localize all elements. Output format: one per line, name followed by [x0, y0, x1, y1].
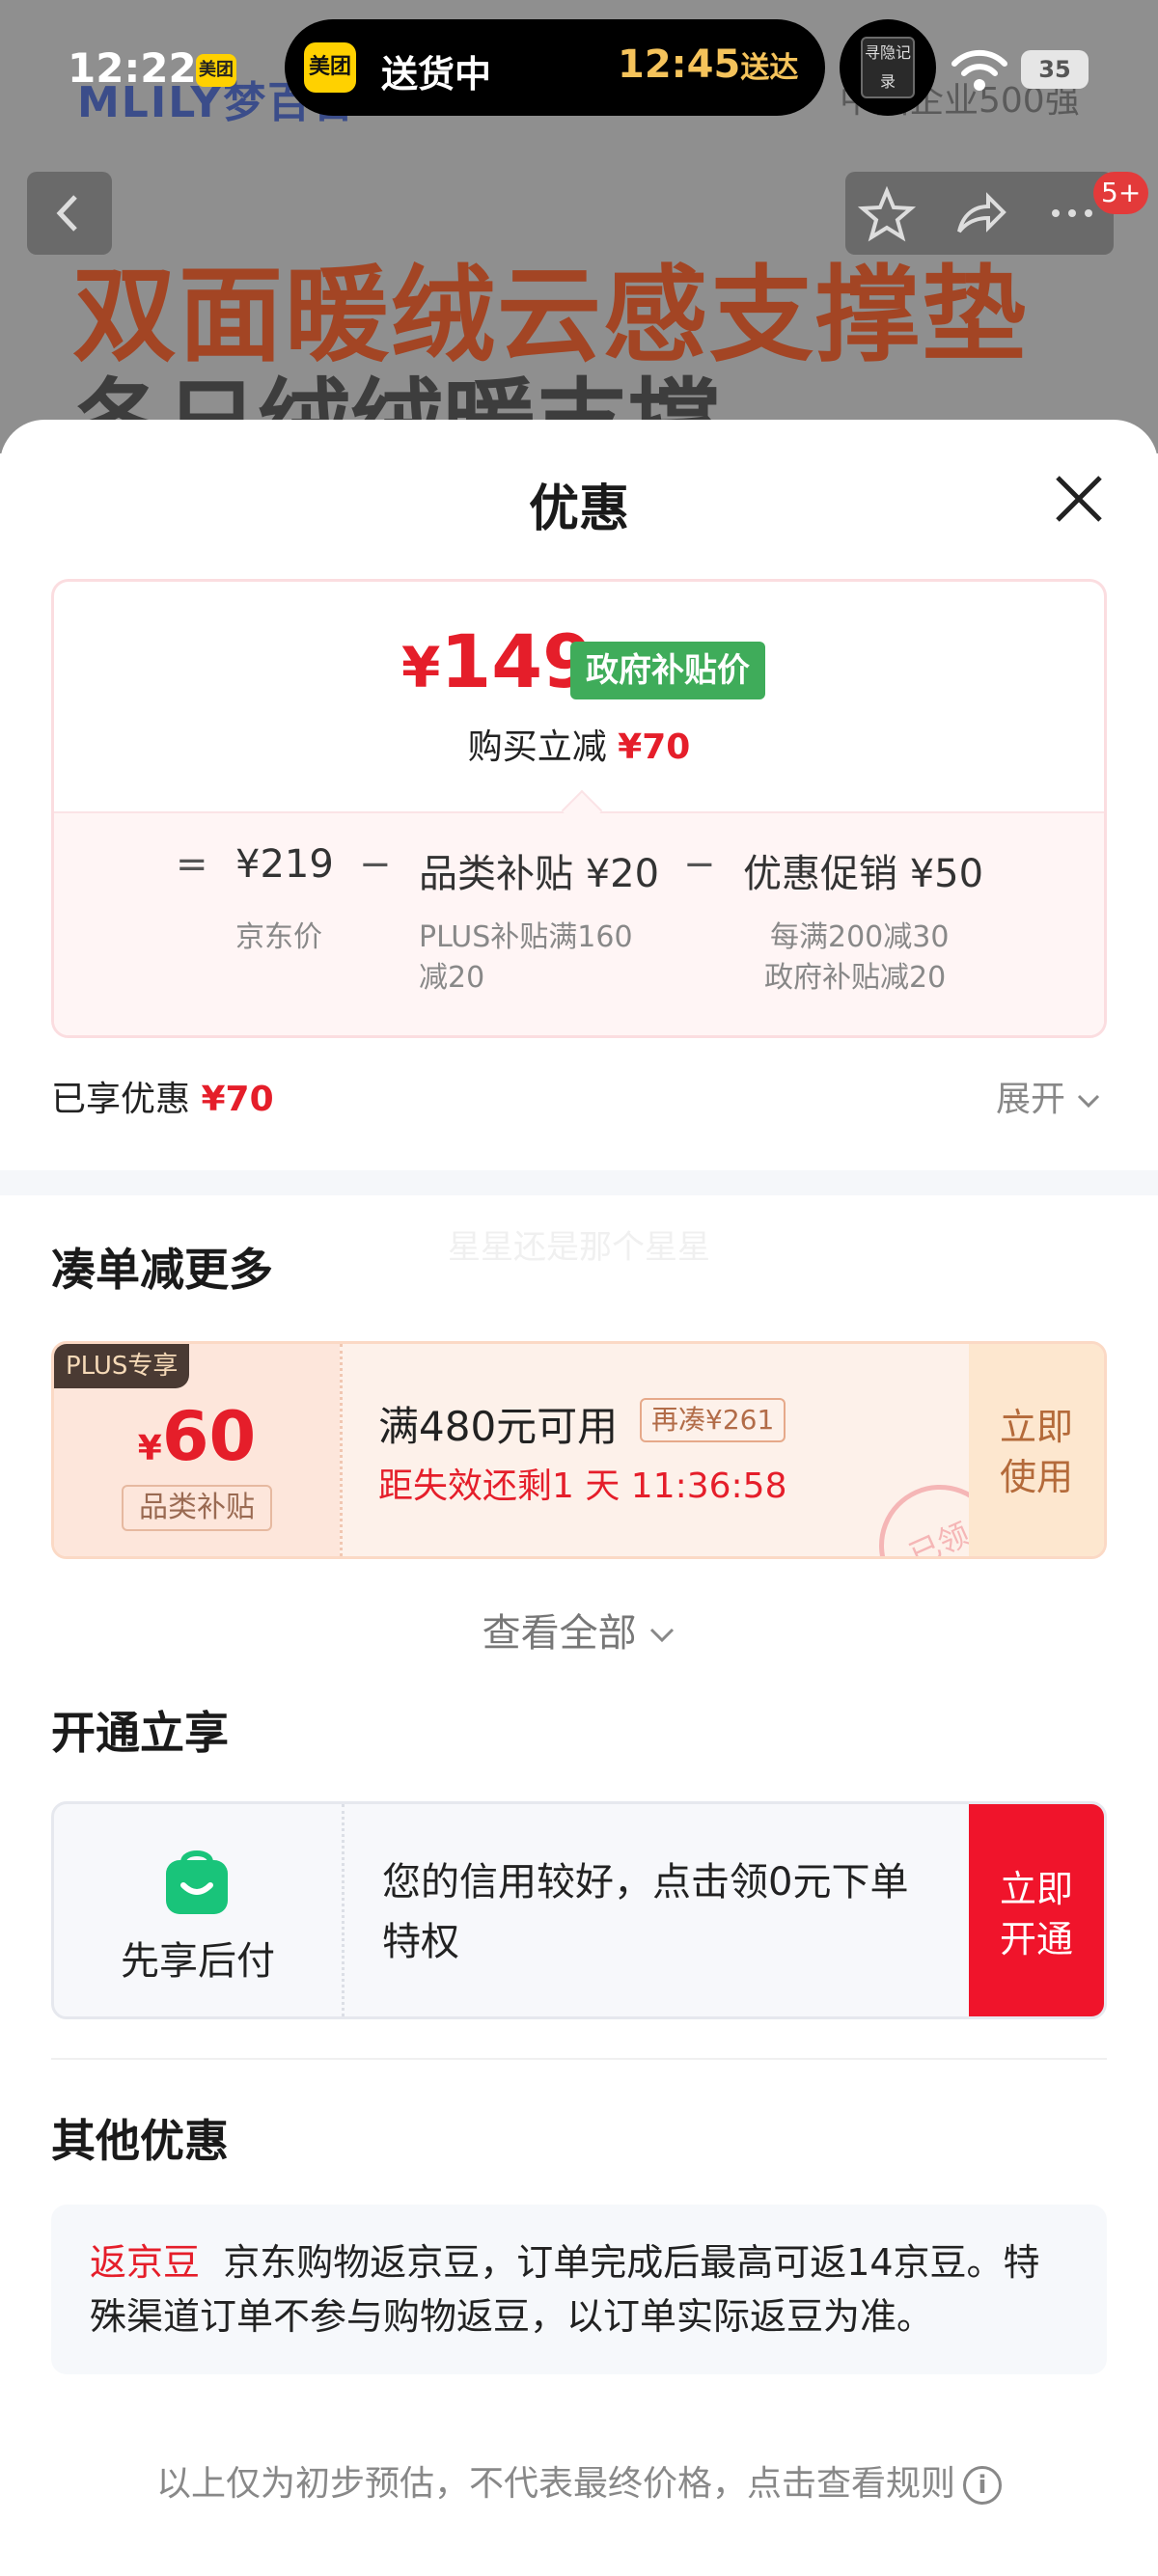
use-now-button[interactable]: 立即 使用: [969, 1344, 1104, 1556]
wifi-icon: [951, 49, 1007, 91]
back-button[interactable]: [27, 172, 112, 255]
gov-subsidy-tag: 政府补贴价: [570, 642, 765, 699]
enjoyed-discount: 已享优惠 ¥70: [51, 1080, 274, 1119]
coupon-value-area: PLUS专享 ¥60 品类补贴: [54, 1344, 340, 1556]
section-divider: [0, 1170, 1158, 1195]
message-count-badge: 5+: [1093, 172, 1149, 214]
share-icon[interactable]: [950, 183, 1009, 243]
info-icon[interactable]: i: [963, 2466, 1002, 2505]
meituan-app-icon: 美团: [304, 42, 356, 93]
battery-icon: 35: [1021, 50, 1089, 89]
jingdou-text: 京东购物返京豆，订单完成后最高可返14京豆。特殊渠道订单不参与购物返豆，以订单实…: [90, 2241, 1040, 2338]
promo-value: 优惠促销 ¥50: [743, 852, 984, 896]
chevron-left-icon: [56, 195, 77, 232]
meituan-icon: 美团: [196, 54, 236, 87]
section-title-more: 凑单减更多: [51, 1244, 273, 1296]
activate-now-button[interactable]: 立即 开通: [969, 1804, 1104, 2016]
jingdou-label: 返京豆: [90, 2241, 201, 2284]
final-price: ¥149: [401, 618, 594, 704]
minus-sign: −: [683, 842, 716, 887]
category-subsidy-desc: PLUS补贴满160减20: [419, 920, 633, 995]
price-breakdown-card: ¥149 政府补贴价 购买立减 ¥70 = ¥219 京东价 − 品类补贴 ¥2…: [51, 579, 1107, 1038]
section-title-other: 其他优惠: [51, 2115, 229, 2167]
add-more-tag[interactable]: 再凑¥261: [640, 1398, 786, 1442]
buy-reduce-line: 购买立减 ¥70: [467, 727, 691, 767]
coupon-amount: ¥60: [137, 1397, 257, 1476]
live-activity[interactable]: 寻隐记录: [840, 19, 936, 116]
pay-later-card[interactable]: 先享后付 您的信用较好，点击领0元下单特权 立即 开通: [51, 1801, 1107, 2019]
section-title-open: 开通立享: [51, 1707, 229, 1759]
pay-later-brand: 先享后付: [54, 1804, 342, 2016]
sheet-title: 优惠: [528, 480, 629, 538]
promo-desc: 每满200减30 政府补贴减20: [764, 920, 950, 995]
status-time: 12:22: [68, 44, 197, 92]
delivery-eta: 12:45送达: [618, 42, 799, 87]
category-subsidy-value: 品类补贴 ¥20: [419, 852, 660, 896]
see-all-button[interactable]: 查看全部: [0, 1602, 1158, 1658]
discount-sheet: 优惠 ¥149 政府补贴价 购买立减 ¥70 = ¥219 京东价 − 品类补贴…: [0, 420, 1158, 2576]
card-perforation: [342, 1804, 345, 2016]
rules-footer[interactable]: 以上仅为初步预估，不代表最终价格，点击查看规则 i: [0, 2455, 1158, 2506]
delivery-status: 送货中: [381, 53, 492, 96]
pay-later-name: 先享后付: [121, 1939, 275, 1984]
plus-exclusive-tag: PLUS专享: [54, 1344, 190, 1388]
pay-later-text: 您的信用较好，点击领0元下单特权: [382, 1860, 909, 1964]
dynamic-island[interactable]: 美团 送货中 12:45送达: [285, 19, 825, 116]
equals-sign: =: [176, 842, 208, 887]
coupon-condition: 满480元可用: [378, 1403, 619, 1450]
chevron-down-icon: [1078, 1094, 1100, 1109]
live-activity-icon: 寻隐记录: [861, 37, 915, 98]
star-icon[interactable]: [857, 183, 917, 243]
top-toolbar: [845, 172, 1114, 255]
coupon-type: 品类补贴: [122, 1485, 272, 1531]
coupon-countdown: 距失效还剩1 天 11:36:58: [378, 1466, 787, 1506]
coupon-card[interactable]: PLUS专享 ¥60 品类补贴 满480元可用 再凑¥261 距失效还剩1 天 …: [51, 1341, 1107, 1559]
jd-price-label: 京东价: [235, 920, 322, 954]
minus-sign: −: [359, 842, 392, 887]
expand-button[interactable]: 展开: [996, 1071, 1101, 1121]
shopping-bag-icon: [166, 1850, 228, 1914]
jd-price-value: ¥219: [235, 842, 334, 887]
divider: [51, 2058, 1107, 2060]
price-formula: = ¥219 京东价 − 品类补贴 ¥20 PLUS补贴满160减20 − 优惠…: [54, 811, 1104, 1035]
coupon-perforation: [340, 1344, 343, 1556]
close-icon[interactable]: [1050, 470, 1108, 528]
price-summary: ¥149 政府补贴价 购买立减 ¥70: [54, 582, 1104, 811]
jingdou-info: 返京豆 京东购物返京豆，订单完成后最高可返14京豆。特殊渠道订单不参与购物返豆，…: [51, 2205, 1107, 2374]
chevron-down-icon: [650, 1628, 675, 1643]
status-bar: 12:22 美团 美团 送货中 12:45送达 寻隐记录 35: [0, 0, 1158, 135]
